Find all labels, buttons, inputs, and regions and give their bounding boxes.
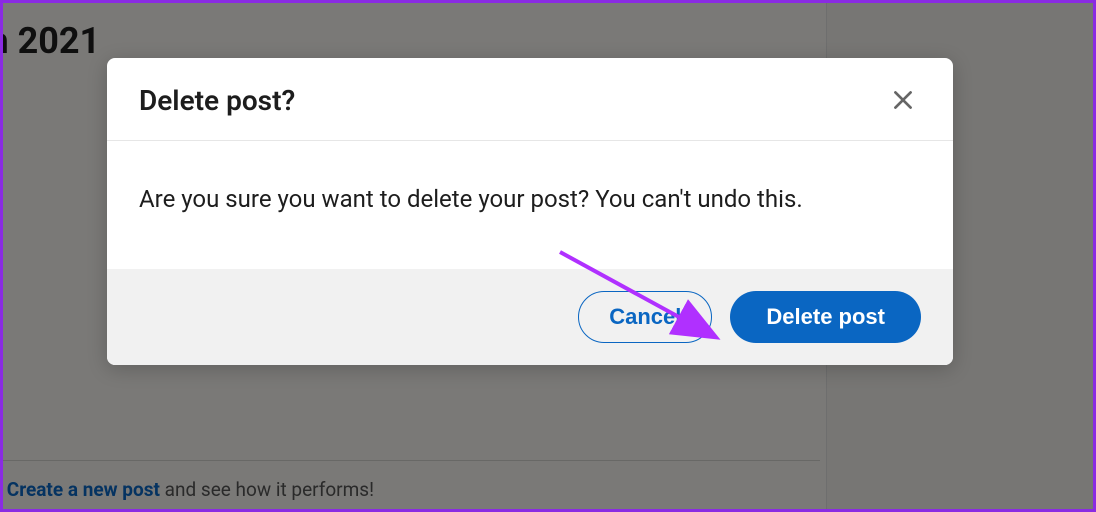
cancel-button[interactable]: Cancel (578, 291, 712, 343)
close-icon (890, 87, 916, 113)
modal-header: Delete post? (107, 58, 953, 141)
close-button[interactable] (885, 82, 921, 118)
delete-post-modal: Delete post? Are you sure you want to de… (107, 58, 953, 365)
delete-post-button[interactable]: Delete post (730, 291, 921, 343)
modal-footer: Cancel Delete post (107, 269, 953, 365)
modal-body: Are you sure you want to delete your pos… (107, 141, 953, 269)
modal-title: Delete post? (139, 84, 295, 117)
